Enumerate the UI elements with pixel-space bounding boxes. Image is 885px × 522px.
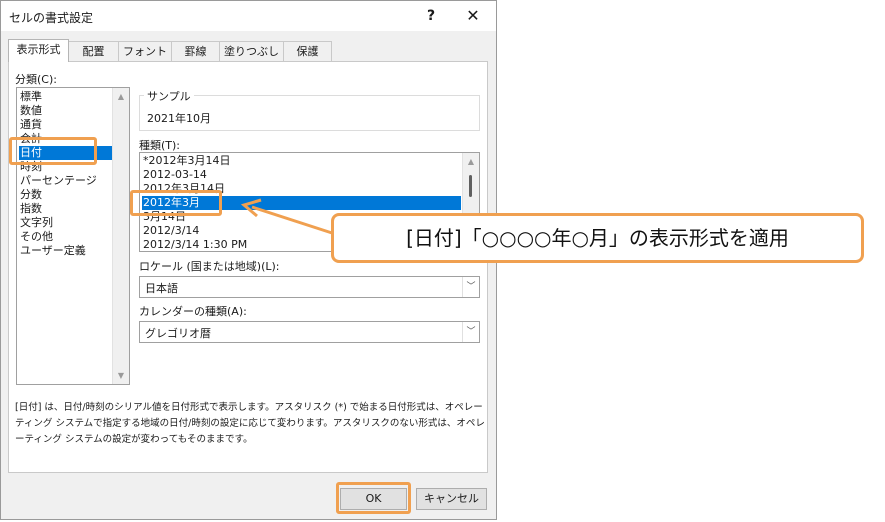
tab-number[interactable]: 表示形式 xyxy=(8,39,69,62)
annotation-callout: [日付]「○○○○年○月」の表示形式を適用 xyxy=(331,213,864,263)
arrow-line xyxy=(251,205,333,235)
